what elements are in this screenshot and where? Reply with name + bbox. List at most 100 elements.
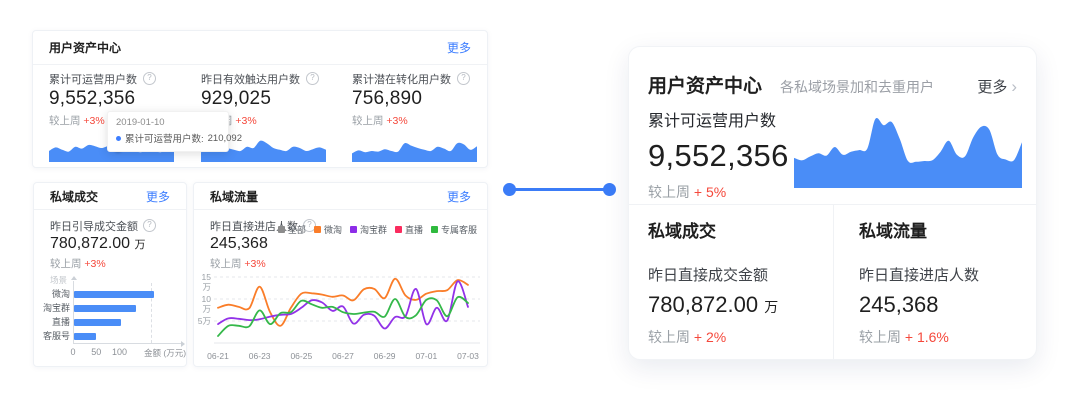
legend-item[interactable]: 淘宝群 <box>350 223 387 236</box>
question-circle-icon[interactable]: ? <box>143 72 156 85</box>
bar <box>74 319 121 326</box>
bar-chart-x-axis-label: 金额 (万元) <box>144 347 186 359</box>
x-axis-tick-label: 0 <box>63 347 83 357</box>
legend-item[interactable]: 全部 <box>278 223 306 236</box>
legend-label: 直播 <box>405 223 423 236</box>
compare-value: +3% <box>386 115 407 127</box>
bar <box>74 333 96 340</box>
sparkline-area-chart[interactable] <box>352 128 477 162</box>
metric-potential-users: 累计潜在转化用户数 ? 756,890 较上周 +3% <box>352 72 493 162</box>
compare-value: +3% <box>84 258 105 270</box>
traffic-line-chart[interactable] <box>214 271 480 349</box>
y-axis-tick-label: 15万 <box>194 272 211 282</box>
section-label: 昨日直接成交金额 <box>648 264 823 285</box>
compare-label: 较上周 <box>648 329 690 345</box>
more-link[interactable]: 更多 <box>447 188 471 205</box>
section-unit: 万 <box>764 299 778 315</box>
metric-label: 累计可运营用户数 <box>49 71 137 87</box>
card-header: 用户资产中心 各私域场景加和去重用户 更多 › <box>648 71 1017 98</box>
compare-value: + 5% <box>694 184 726 200</box>
legend-swatch-icon <box>431 226 438 233</box>
question-circle-icon[interactable]: ? <box>306 72 319 85</box>
section-private-deal: 私域成交 昨日直接成交金额 780,872.00 万 较上周 + 2% <box>648 217 823 347</box>
metric-operable-users: 累计可运营用户数 9,552,356 较上周 + 5% <box>648 107 808 202</box>
x-axis-tick-label: 06-27 <box>326 351 360 361</box>
card-title: 用户资产中心 <box>49 39 121 56</box>
chevron-right-icon: › <box>1011 79 1017 94</box>
legend-swatch-icon <box>278 226 285 233</box>
section-private-traffic: 私域流量 昨日直接进店人数 245,368 较上周 + 1.6% <box>859 217 1034 347</box>
compare-value: +3% <box>235 115 256 127</box>
tooltip-value: 210,092 <box>208 133 242 144</box>
legend-swatch-icon <box>350 226 357 233</box>
section-label: 昨日直接进店人数 <box>859 264 1034 285</box>
kpi-deal-amount: 昨日引导成交金额 ? 780,872.00 万 较上周 +3% <box>50 219 156 271</box>
card-header: 私域流量 更多 <box>194 183 487 210</box>
users-area-chart[interactable] <box>794 106 1022 188</box>
compare-label: 较上周 <box>648 184 690 200</box>
section-value: 780,872.00 <box>648 292 758 317</box>
legend-swatch-icon <box>395 226 402 233</box>
user-assets-card: 用户资产中心 更多 累计可运营用户数 ? 9,552,356 较上周 +3% 昨… <box>32 30 488 168</box>
compare-value: +3% <box>244 258 265 270</box>
section-title: 私域成交 <box>648 217 823 242</box>
more-link[interactable]: 更多 › <box>977 76 1017 97</box>
question-circle-icon[interactable]: ? <box>457 72 470 85</box>
series-dot-icon <box>116 136 121 141</box>
private-domain-dashboard: 用户资产中心 更多 累计可运营用户数 ? 9,552,356 较上周 +3% 昨… <box>0 0 1080 404</box>
compare-label: 较上周 <box>210 258 242 270</box>
metric-label: 累计潜在转化用户数 <box>352 71 451 87</box>
compare-value: + 1.6% <box>905 329 949 345</box>
kpi-unit: 万 <box>135 239 146 251</box>
more-link[interactable]: 更多 <box>146 188 170 205</box>
x-axis-tick-label: 06-21 <box>201 351 235 361</box>
tooltip-date: 2019-01-10 <box>116 117 220 128</box>
card-title: 私域成交 <box>50 188 98 205</box>
compare-label: 较上周 <box>859 329 901 345</box>
compare-label: 较上周 <box>50 258 82 270</box>
connector-dot-icon <box>603 183 616 196</box>
card-header: 用户资产中心 更多 <box>33 31 487 65</box>
bar-chart-y-axis-label: 场景 <box>50 274 67 286</box>
legend-label: 全部 <box>288 223 306 236</box>
legend-label: 微淘 <box>324 223 342 236</box>
bar <box>74 305 136 312</box>
legend-label: 淘宝群 <box>360 223 387 236</box>
question-circle-icon[interactable]: ? <box>143 219 156 232</box>
x-axis-tick-label: 07-01 <box>409 351 443 361</box>
bar-category-label: 直播 <box>42 317 70 328</box>
x-axis-tick-label: 06-29 <box>368 351 402 361</box>
y-axis-tick-label: 10万 <box>194 294 211 304</box>
bar-category-label: 淘宝群 <box>42 303 70 314</box>
legend-label: 专属客服 <box>441 223 477 236</box>
legend-swatch-icon <box>314 226 321 233</box>
card-subtitle: 各私域场景加和去重用户 <box>780 77 934 97</box>
legend-item[interactable]: 专属客服 <box>431 223 477 236</box>
private-traffic-card: 私域流量 更多 昨日直接进店人数 ? 245,368 较上周 +3% 全部微淘淘… <box>193 182 488 367</box>
bar-category-label: 客服号 <box>42 331 70 342</box>
card-title: 用户资产中心 <box>648 71 762 98</box>
legend-item[interactable]: 微淘 <box>314 223 342 236</box>
compare-value: + 2% <box>694 329 726 345</box>
more-link[interactable]: 更多 <box>447 39 471 56</box>
section-value: 245,368 <box>859 292 939 317</box>
legend-item[interactable]: 直播 <box>395 223 423 236</box>
scene-amount-bar-chart[interactable]: 场景 金额 (万元) 微淘淘宝群直播客服号050100 <box>42 273 192 363</box>
zoom-connector-line <box>510 188 609 191</box>
x-axis-line <box>73 343 181 344</box>
axis-arrow-up-icon <box>71 276 77 280</box>
tooltip-series-label: 累计可运营用户数: <box>125 131 204 145</box>
card-header: 私域成交 更多 <box>34 183 186 210</box>
y-axis-tick-label: 5万 <box>194 316 211 326</box>
kpi-value: 780,872.00 <box>50 235 130 252</box>
chart-legend: 全部 微淘 淘宝群 直播 专属客服 <box>278 223 477 236</box>
x-axis-tick-label: 07-03 <box>451 351 485 361</box>
section-title: 私域流量 <box>859 217 1034 242</box>
chart-tooltip: 2019-01-10 累计可运营用户数: 210,092 <box>107 111 229 152</box>
kpi-value: 245,368 <box>210 235 316 253</box>
connector-dot-icon <box>503 183 516 196</box>
metric-label: 累计可运营用户数 <box>648 107 808 131</box>
metric-value: 9,552,356 <box>648 138 808 174</box>
divider <box>833 204 834 359</box>
bar <box>74 291 154 298</box>
